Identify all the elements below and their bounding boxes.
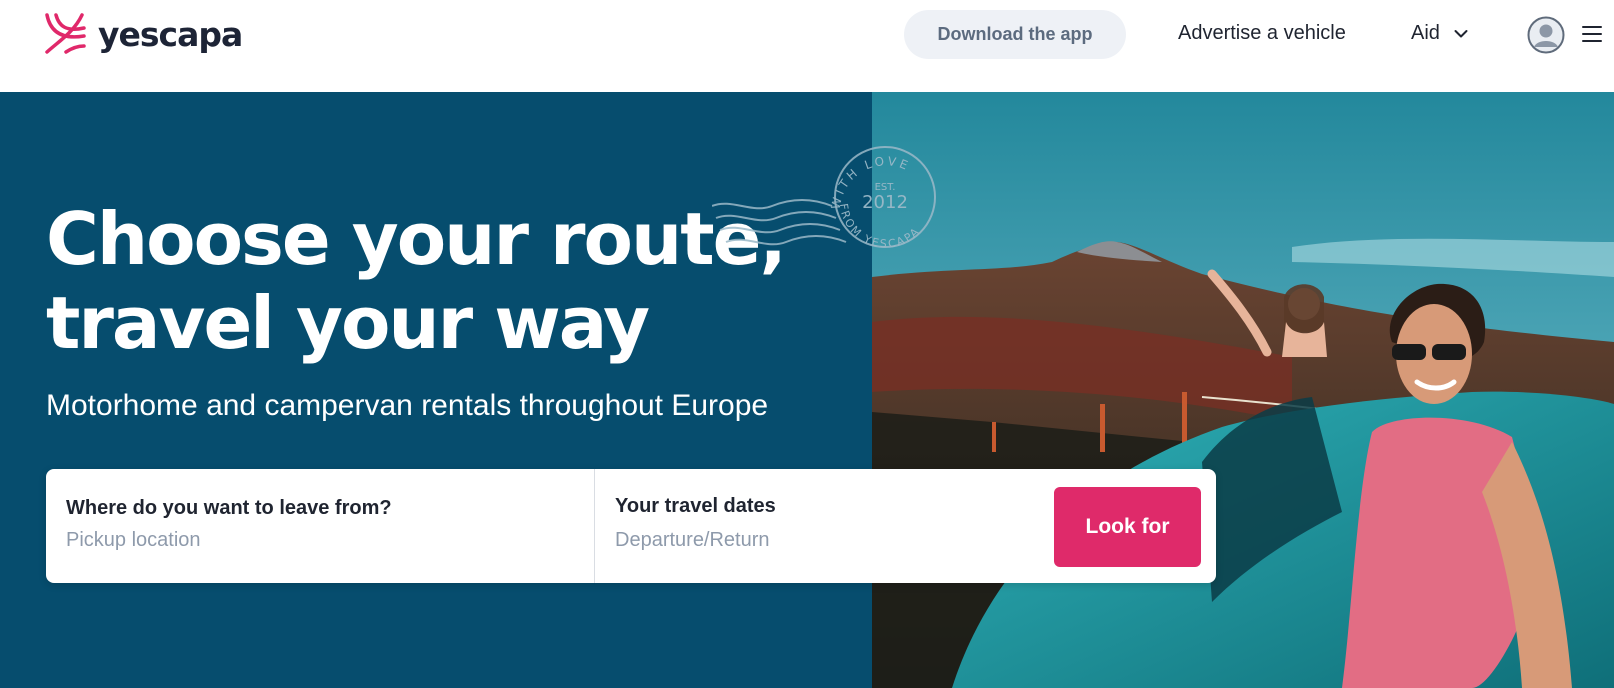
brand-name: yescapa [98, 14, 243, 54]
hero-travel-photo [872, 92, 1614, 688]
headline-line-2: travel your way [46, 281, 650, 365]
travel-dates-label: Your travel dates [615, 495, 776, 517]
stamp-year: 2012 [862, 192, 908, 213]
yescapa-logo-icon [45, 13, 86, 54]
postmark-stamp-icon: WITH LOVE FROM YESCAPA EST. 2012 [712, 146, 936, 251]
aid-dropdown[interactable]: Aid [1411, 22, 1468, 45]
brand-logo[interactable]: yescapa [44, 12, 243, 56]
hero-subheadline: Motorhome and campervan rentals througho… [46, 389, 769, 422]
pickup-location-label: Where do you want to leave from? [66, 497, 392, 519]
user-avatar-icon[interactable] [1527, 16, 1565, 54]
headline-line-1: Choose your route, [46, 197, 787, 281]
pickup-location-field[interactable]: Where do you want to leave from? [46, 469, 593, 583]
look-for-button[interactable]: Look for [1054, 487, 1201, 567]
top-navigation: yescapa Download the app Advertise a veh… [0, 0, 1614, 92]
hero-headline: Choose your route, travel your way [46, 197, 826, 365]
chevron-down-icon [1454, 29, 1468, 37]
travel-dates-field[interactable]: Your travel dates [594, 469, 1045, 583]
travel-dates-input[interactable] [615, 529, 1035, 552]
search-form: Where do you want to leave from? Your tr… [46, 469, 1216, 583]
pickup-location-input[interactable] [66, 529, 486, 552]
hero-section: Choose your route, travel your way Motor… [0, 92, 1614, 688]
aid-label: Aid [1411, 22, 1440, 44]
download-app-button[interactable]: Download the app [904, 10, 1126, 59]
menu-icon[interactable] [1580, 22, 1604, 46]
advertise-vehicle-link[interactable]: Advertise a vehicle [1178, 22, 1346, 45]
